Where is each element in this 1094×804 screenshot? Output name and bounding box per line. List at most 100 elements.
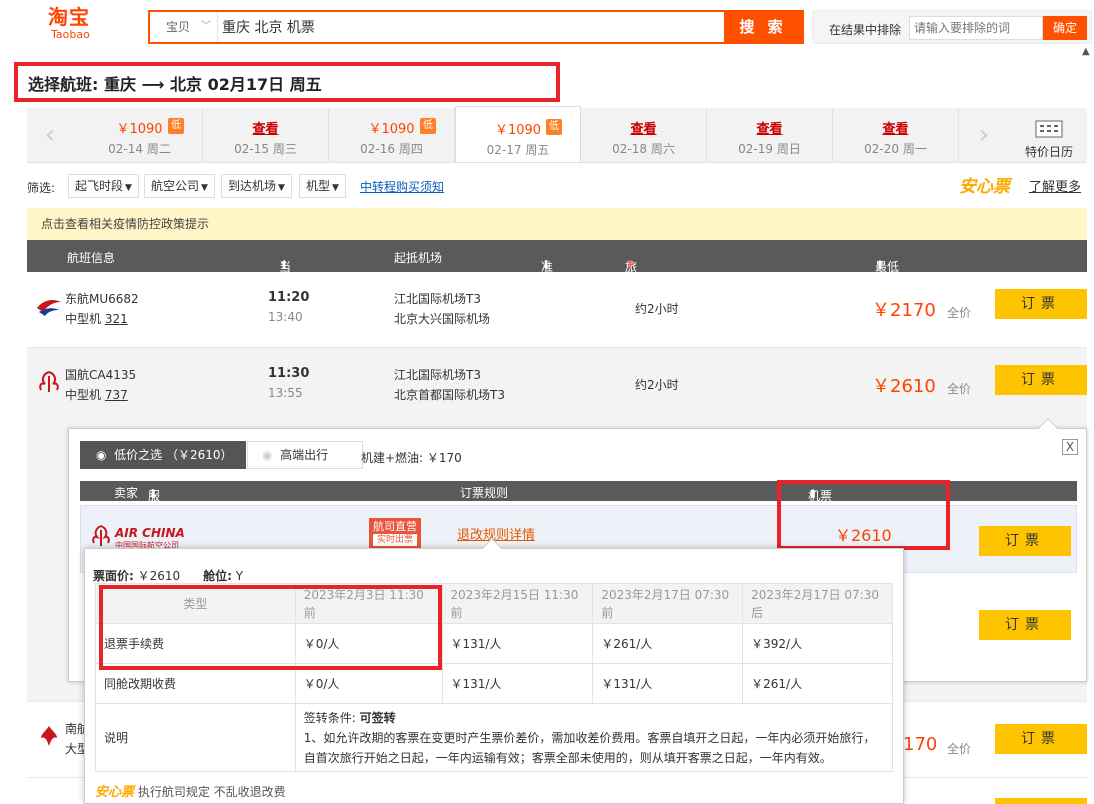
filter-airline[interactable]: 航空公司 ▼ <box>144 174 215 198</box>
filter-text: 到达机场 <box>228 179 277 193</box>
taobao-logo[interactable]: 淘宝 Taobao <box>48 6 108 46</box>
date-tab-0217-active[interactable]: ￥1090 低 02-17 周五 <box>455 106 581 162</box>
next-dates-arrow-icon[interactable]: › <box>961 108 1007 162</box>
selection-title-box: 选择航班: 重庆 ⟶ 北京 02月17日 周五 <box>14 62 560 102</box>
fare-type: 全价 <box>947 742 972 756</box>
airline-name-en: AIR CHINA <box>115 526 185 540</box>
book-button[interactable]: 订票 <box>979 526 1071 556</box>
triangle-down-icon: ▼ <box>125 183 132 193</box>
note-body: 1、如允许改期的客票在变更时产生票价差价，需加收差价费用。客票自填开之日起，一年… <box>303 730 876 765</box>
exclude-input[interactable] <box>909 16 1043 40</box>
logo-text-cn: 淘宝 <box>48 5 90 29</box>
date-check-link[interactable]: 查看 <box>581 118 706 137</box>
arrival-airport: 北京首都国际机场T3 <box>394 388 505 402</box>
exclude-label: 在结果中排除 <box>829 23 902 37</box>
exclude-panel: 在结果中排除 确定 <box>812 10 1092 44</box>
filter-aircraft[interactable]: 机型 ▼ <box>299 174 346 198</box>
refund-rules-link[interactable]: 退改规则详情 <box>457 524 535 543</box>
filter-label: 筛选: <box>27 181 56 195</box>
fee-cell: ￥131/人 <box>592 663 744 704</box>
date-label: 02-20 周一 <box>864 142 927 156</box>
date-tab-0216[interactable]: ￥1090 低 02-16 周四 <box>329 108 455 162</box>
search-bar: 宝贝 ﹀ 搜 索 <box>148 10 804 44</box>
china-southern-logo-icon <box>41 726 57 746</box>
cabin-value: Y <box>235 569 244 583</box>
anxin-logo: 安心票 <box>959 177 1010 197</box>
date-tab-0215[interactable]: 查看 02-15 周三 <box>203 108 329 162</box>
radio-checked-icon: ◉ <box>96 448 107 462</box>
aircraft-model-link[interactable]: 737 <box>105 388 128 402</box>
air-china-phoenix-icon <box>92 525 110 546</box>
triangle-down-icon: ▼ <box>201 183 208 193</box>
table-header: 航班信息 当地起降时间⬆ 起抵机场 准点率⬇ 旅行总时长⬆ 最低价格（不含税费）… <box>27 240 1087 359</box>
arrival-time: 13:40 <box>268 310 303 324</box>
tab-low-price-label: 低价之选 （￥2610） <box>114 448 233 462</box>
search-button[interactable]: 搜 索 <box>724 12 802 42</box>
date-label: 02-19 周日 <box>738 142 801 156</box>
exclude-confirm-button[interactable]: 确定 <box>1043 16 1087 40</box>
row-label: 说明 <box>95 703 296 772</box>
highlight-refund-box <box>99 585 442 670</box>
filter-departure-time[interactable]: 起飞时段 ▼ <box>68 174 139 198</box>
date-label: 02-18 周六 <box>612 142 675 156</box>
book-button[interactable]: 订票 <box>995 724 1087 754</box>
logo-text-en: Taobao <box>51 28 90 41</box>
sort-up-icon: ⬆ <box>279 258 290 272</box>
date-check-link[interactable]: 查看 <box>833 118 958 137</box>
air-china-logo-icon <box>39 371 59 392</box>
learn-more-link[interactable]: 了解更多 <box>1029 176 1081 195</box>
transfer-notice-link[interactable]: 中转程购买须知 <box>360 178 444 195</box>
book-button[interactable]: 订票 <box>979 610 1071 640</box>
date-check-link[interactable]: 查看 <box>707 118 832 137</box>
close-button[interactable]: X <box>1062 439 1078 455</box>
epidemic-notice[interactable]: 点击查看相关疫情防控政策提示 <box>27 208 1087 240</box>
search-input[interactable] <box>222 15 722 39</box>
filter-bar: 筛选: 起飞时段 ▼ 航空公司 ▼ 到达机场 ▼ 机型 ▼ 中转程购买须知 安心票 了解… <box>27 174 1087 198</box>
col-airports: 起抵机场 <box>394 251 443 265</box>
triangle-down-icon: ▼ <box>278 183 285 193</box>
duration: 约2小时 <box>635 378 679 392</box>
date-check-link[interactable]: 查看 <box>203 118 328 137</box>
prev-dates-arrow-icon[interactable]: ‹ <box>27 108 73 162</box>
fare-type: 全价 <box>947 382 972 396</box>
note-cell: 签转条件: 可签转 1、如允许改期的客票在变更时产生票价差价，需加收差价费用。客… <box>294 703 894 772</box>
col-flight-info: 航班信息 <box>67 251 116 265</box>
sort-down-icon: ⬇ <box>148 487 159 501</box>
ticket-info: 票面价: ￥2610 舱位: Y <box>93 567 243 584</box>
departure-airport: 江北国际机场T3 <box>394 292 481 306</box>
date-tab-0220[interactable]: 查看 02-20 周一 <box>833 108 959 162</box>
date-label: 02-15 周三 <box>234 142 297 156</box>
scroll-up-icon[interactable]: ▲ <box>1082 46 1090 57</box>
sort-up-icon: ⬆ <box>875 258 886 272</box>
filter-text: 机型 <box>306 179 331 193</box>
date-bar: ‹ ￥1090 低 02-14 周二 查看 02-15 周三 ￥1090 低 0… <box>27 106 1087 163</box>
date-tab-0218[interactable]: 查看 02-18 周六 <box>581 108 707 162</box>
flight-row: 东航MU6682 中型机 321 11:20 13:40 江北国际机场T3 北京… <box>27 272 1087 348</box>
book-button[interactable]: 订票 <box>995 365 1087 395</box>
calendar-label: 特价日历 <box>1024 145 1073 159</box>
fee-cell: ￥261/人 <box>592 623 744 664</box>
cabin-label: 舱位: <box>203 569 232 583</box>
special-calendar-button[interactable]: 特价日历 <box>1011 108 1087 162</box>
date-tab-0214[interactable]: ￥1090 低 02-14 周二 <box>77 108 203 162</box>
header-period-2: 2023年2月15日 11:30 前 <box>441 583 594 624</box>
book-button[interactable]: 订票 <box>995 289 1087 319</box>
tab-low-price[interactable]: ◉ 低价之选 （￥2610） <box>80 441 246 469</box>
tab-premium[interactable]: ◉ 高端出行 <box>247 441 363 469</box>
fee-cell: ￥131/人 <box>441 623 594 664</box>
direct-sale-text: 航司直营 <box>373 520 417 533</box>
search-category-select[interactable]: 宝贝 ﹀ <box>150 12 218 42</box>
sort-up-icon: ⬆ <box>625 258 636 272</box>
flight-number: 东航MU6682 <box>65 292 139 306</box>
search-category-label: 宝贝 <box>166 20 191 34</box>
date-tab-0219[interactable]: 查看 02-19 周日 <box>707 108 833 162</box>
aircraft-model-link[interactable]: 321 <box>105 312 128 326</box>
chevron-down-icon: ﹀ <box>201 21 211 32</box>
low-price-badge: 低 <box>546 119 562 135</box>
book-button-partial[interactable] <box>995 798 1087 804</box>
filter-arrival-airport[interactable]: 到达机场 ▼ <box>221 174 292 198</box>
header-period-4: 2023年2月17日 07:30 后 <box>742 583 893 624</box>
low-price-badge: 低 <box>168 118 184 134</box>
anxin-footer-text: 执行航司规定 不乱收退改费 <box>137 785 286 799</box>
date-label: 02-14 周二 <box>108 142 171 156</box>
